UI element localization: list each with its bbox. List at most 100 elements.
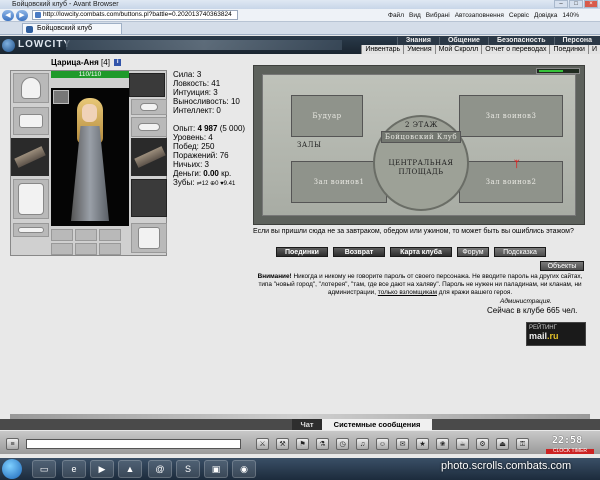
hammer-icon[interactable]: ⚒ <box>276 438 289 450</box>
scroll-slot-6[interactable] <box>99 243 121 255</box>
sub-menu-inventory[interactable]: Инвентарь <box>361 45 403 54</box>
belt-slot[interactable] <box>13 223 49 237</box>
room-fight-club[interactable]: Бойцовский Клуб <box>381 131 461 143</box>
address-bar[interactable]: http://lowcity.combats.com/buttons.pl?ba… <box>32 10 238 20</box>
sub-menu-more[interactable]: И <box>587 45 600 54</box>
scroll-slot-5[interactable] <box>75 243 97 255</box>
mail-icon[interactable]: ✉ <box>396 438 409 450</box>
shield-slot[interactable] <box>131 179 167 217</box>
mail-rating-widget[interactable]: РЕЙТИНГ mail.ru <box>526 322 586 346</box>
zoom-level[interactable]: 140% <box>562 12 579 19</box>
people-icon[interactable]: ☺ <box>376 438 389 450</box>
scroll-slot-3[interactable] <box>99 229 121 241</box>
club-map-button[interactable]: Карта клуба <box>390 247 452 257</box>
room-boudoir[interactable]: Будуар <box>291 95 363 137</box>
sub-menu-transfer-report[interactable]: Отчет о переводах <box>481 45 549 54</box>
clock-time: 22:58 <box>552 435 583 446</box>
explorer-icon[interactable]: ▭ <box>32 460 56 478</box>
top-menu-persona[interactable]: Персона <box>553 37 600 45</box>
weapon-right-slot[interactable] <box>131 138 167 176</box>
ie-icon[interactable]: e <box>62 460 86 478</box>
menu-help[interactable]: Довідка <box>534 12 557 19</box>
maximize-button[interactable]: □ <box>569 0 583 8</box>
music-icon[interactable]: ♫ <box>356 438 369 450</box>
stat-strength: Сила: 3 <box>173 70 202 79</box>
stat-draws: Ничьих: 3 <box>173 160 209 169</box>
clan-badge-icon[interactable] <box>53 90 69 104</box>
room-hall-3[interactable]: Зал воинов3 <box>459 95 563 137</box>
tab-system-messages[interactable]: Системные сообщения <box>322 419 432 430</box>
necklace-slot[interactable] <box>131 99 167 115</box>
fights-button[interactable]: Поединки <box>276 247 328 257</box>
menu-autofill[interactable]: Автозаповнення <box>455 12 504 19</box>
chat-tabs: Чат Системные сообщения <box>0 419 600 430</box>
top-menu-communication[interactable]: Общение <box>438 37 488 45</box>
potion-icon[interactable]: ⚗ <box>316 438 329 450</box>
chat-input[interactable] <box>26 439 241 449</box>
sub-menu-skills[interactable]: Умения <box>403 45 434 54</box>
menu-view[interactable]: Вид <box>409 12 421 19</box>
menu-favorites[interactable]: Вибрані <box>426 12 450 19</box>
objects-button[interactable]: Объекты <box>540 261 584 271</box>
browser-toolbar: ◀ ▶ http://lowcity.combats.com/buttons.p… <box>0 9 600 22</box>
map-floor: Будуар Зал воинов3 Зал воинов1 Зал воино… <box>262 74 576 216</box>
close-button[interactable]: × <box>584 0 598 8</box>
return-button[interactable]: Возврат <box>333 247 385 257</box>
clock-icon[interactable]: ◷ <box>336 438 349 450</box>
rings-slot[interactable] <box>131 117 167 137</box>
stat-intuition: Интуиция: 3 <box>173 88 218 97</box>
sub-menu-fights[interactable]: Поединки <box>549 45 588 54</box>
minimize-button[interactable]: – <box>554 0 568 8</box>
hint-button[interactable]: Подсказка <box>494 247 546 257</box>
star-icon[interactable]: ★ <box>416 438 429 450</box>
character-level: [4] <box>101 58 110 67</box>
sword-icon[interactable]: ⚔ <box>256 438 269 450</box>
app-icon[interactable]: ▣ <box>204 460 228 478</box>
armor-slot[interactable] <box>13 179 49 219</box>
stat-endurance: Выносливость: 10 <box>173 97 240 106</box>
menu-tools[interactable]: Сервіс <box>509 12 529 19</box>
earring-slot[interactable] <box>129 73 165 97</box>
stat-wins: Побед: 250 <box>173 142 215 151</box>
stat-level: Уровень: 4 <box>173 133 213 142</box>
map-central-label[interactable]: ЦЕНТРАЛЬНАЯ ПЛОЩАДЬ <box>381 159 461 177</box>
forward-arrow-icon[interactable]: ▶ <box>16 9 28 21</box>
sub-menu-my-scroll[interactable]: Мой Скролл <box>434 45 482 54</box>
map-floor-2-label[interactable]: 2 ЭТАЖ <box>405 121 438 129</box>
scroll-slot-2[interactable] <box>75 229 97 241</box>
start-button-icon[interactable] <box>2 459 22 479</box>
menu-file[interactable]: Файл <box>388 12 404 19</box>
mail-agent-icon[interactable]: @ <box>148 460 172 478</box>
top-menu-security[interactable]: Безопасность <box>487 37 554 45</box>
weapon-left-slot[interactable] <box>11 138 49 176</box>
boots-slot[interactable] <box>131 223 167 253</box>
character-portrait[interactable] <box>51 88 129 226</box>
exit-icon[interactable]: ⏏ <box>496 438 509 450</box>
chat-settings-icon[interactable]: ≡ <box>6 438 19 450</box>
flower-icon[interactable]: ❀ <box>436 438 449 450</box>
scroll-slot-4[interactable] <box>51 243 73 255</box>
chrome-icon[interactable]: ◉ <box>232 460 256 478</box>
top-menu-knowledge[interactable]: Знания <box>396 37 439 45</box>
flag-icon[interactable]: ⚑ <box>296 438 309 450</box>
lock-icon[interactable]: ⚿ <box>516 438 529 450</box>
avant-browser-icon[interactable]: ▲ <box>118 460 142 478</box>
back-arrow-icon[interactable]: ◀ <box>2 9 14 21</box>
bracers-slot[interactable] <box>13 107 49 135</box>
browser-tab[interactable]: Бойцовский клуб <box>22 23 122 34</box>
info-icon[interactable]: i <box>114 59 122 67</box>
skype-icon[interactable]: S <box>176 460 200 478</box>
tab-favicon-icon <box>26 26 33 33</box>
clock-label: CLOCK TIMER <box>546 449 594 454</box>
forum-button[interactable]: Форум <box>457 247 489 257</box>
gear-icon[interactable]: ⚙ <box>476 438 489 450</box>
hp-bar: 110/110 <box>51 71 129 78</box>
room-hall-2[interactable]: Зал воинов2 <box>459 161 563 203</box>
tab-chat[interactable]: Чат <box>292 419 322 430</box>
helmet-slot[interactable] <box>13 73 49 103</box>
stat-losses: Поражений: 76 <box>173 151 229 160</box>
cup-icon[interactable]: ☕ <box>456 438 469 450</box>
warning-link[interactable]: только взломщикам <box>378 289 437 296</box>
media-icon[interactable]: ▶ <box>90 460 114 478</box>
scroll-slot-1[interactable] <box>51 229 73 241</box>
